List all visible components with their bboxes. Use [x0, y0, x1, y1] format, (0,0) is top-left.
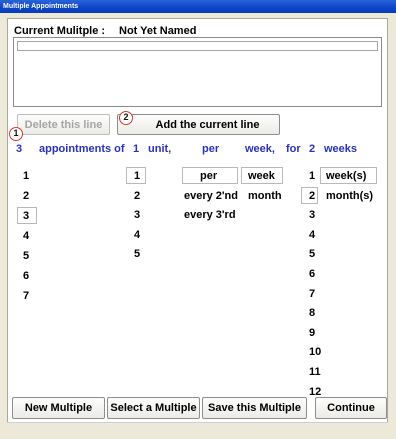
duration-option[interactable]: 1: [309, 170, 315, 182]
duration-option[interactable]: 7: [309, 288, 315, 300]
add-line-button[interactable]: Add the current line: [117, 114, 280, 135]
multiple-description-line[interactable]: [17, 41, 378, 51]
units-option[interactable]: 4: [134, 229, 140, 241]
summary-per-word: per: [202, 143, 220, 155]
duration-option[interactable]: 5: [309, 248, 315, 260]
summary-appointments-of: appointments of: [39, 143, 125, 155]
per-option[interactable]: per: [200, 170, 217, 182]
period-option[interactable]: week: [248, 170, 275, 182]
summary-units-value: 1: [133, 143, 140, 155]
duration-unit-option[interactable]: month(s): [326, 190, 373, 202]
multiple-appointments-window: Multiple Appointments Current Mulitple :…: [0, 0, 396, 439]
duration-option[interactable]: 10: [309, 346, 321, 358]
appointments-option[interactable]: 3: [23, 210, 29, 222]
window-title: Multiple Appointments: [0, 0, 396, 13]
current-multiple-label: Current Mulitple :: [14, 25, 106, 37]
continue-button[interactable]: Continue: [315, 397, 387, 419]
per-option[interactable]: every 2'nd: [184, 190, 238, 202]
step-badge-2: 2: [119, 111, 133, 125]
duration-option[interactable]: 9: [309, 327, 315, 339]
current-multiple-value: Not Yet Named: [119, 25, 197, 37]
summary-period-word: week,: [245, 143, 275, 155]
status-bar: [7, 422, 388, 434]
duration-option[interactable]: 12: [309, 386, 321, 398]
summary-for-word: for: [286, 143, 301, 155]
appointments-option[interactable]: 6: [23, 270, 29, 282]
units-option[interactable]: 1: [134, 170, 140, 182]
duration-unit-option[interactable]: week(s): [326, 170, 366, 182]
appointments-option[interactable]: 1: [23, 170, 29, 182]
per-option[interactable]: every 3'rd: [184, 209, 236, 221]
duration-option[interactable]: 4: [309, 229, 315, 241]
summary-duration-unit: weeks: [324, 143, 358, 155]
duration-option[interactable]: 3: [309, 209, 315, 221]
add-line-label: Add the current line: [155, 118, 260, 131]
duration-option[interactable]: 11: [309, 366, 321, 378]
delete-line-button[interactable]: Delete this line: [17, 114, 110, 135]
save-multiple-button[interactable]: Save this Multiple: [202, 397, 307, 419]
units-option[interactable]: 5: [134, 248, 140, 260]
summary-unit-word: unit,: [148, 143, 172, 155]
units-option[interactable]: 2: [134, 190, 140, 202]
appointments-option[interactable]: 2: [23, 190, 29, 202]
duration-option[interactable]: 2: [309, 190, 315, 202]
units-option[interactable]: 3: [134, 209, 140, 221]
appointments-option[interactable]: 4: [23, 230, 29, 242]
appointments-option[interactable]: 5: [23, 250, 29, 262]
period-option[interactable]: month: [248, 190, 282, 202]
summary-duration-value: 2: [309, 143, 316, 155]
appointments-option[interactable]: 7: [23, 290, 29, 302]
new-multiple-button[interactable]: New Multiple: [12, 397, 105, 419]
select-multiple-button[interactable]: Select a Multiple: [107, 397, 200, 419]
summary-count: 3: [16, 143, 23, 155]
duration-option[interactable]: 6: [309, 268, 315, 280]
duration-option[interactable]: 8: [309, 307, 315, 319]
multiple-description-area[interactable]: [13, 37, 382, 107]
step-badge-1: 1: [9, 127, 23, 141]
